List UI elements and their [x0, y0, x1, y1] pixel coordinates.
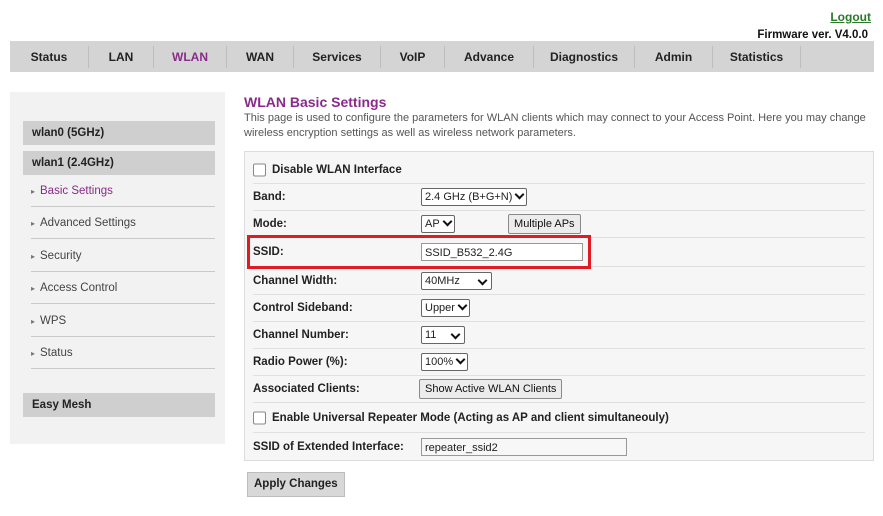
radio-power-label: Radio Power (%):	[253, 355, 348, 368]
associated-clients-label: Associated Clients:	[253, 382, 360, 395]
band-row: Band: 2.4 GHz (B+G+N)	[253, 183, 865, 211]
firmware-version: Firmware ver. V4.0.0	[757, 29, 868, 41]
sidebar-item-status[interactable]: ▸ Status	[31, 337, 215, 369]
bullet-arrow-icon: ▸	[31, 219, 36, 228]
ssid-highlight-box	[247, 235, 591, 269]
channel-width-select[interactable]: 40MHz	[421, 271, 492, 290]
extended-ssid-row: SSID of Extended Interface: repeater_ssi…	[253, 433, 865, 460]
sidebar-item-label: Basic Settings	[40, 185, 113, 197]
nav-wan[interactable]: WAN	[227, 45, 294, 68]
sidebar: wlan0 (5GHz) wlan1 (2.4GHz) ▸ Basic Setti…	[10, 92, 225, 444]
sidebar-item-basic-settings[interactable]: ▸ Basic Settings	[31, 175, 215, 207]
disable-wlan-label: Disable WLAN Interface	[253, 163, 402, 176]
show-active-clients-button[interactable]: Show Active WLAN Clients	[419, 378, 563, 399]
sidebar-item-label: Security	[40, 250, 82, 262]
settings-panel: Disable WLAN Interface Band: 2.4 GHz (B+…	[244, 151, 874, 461]
repeater-checkbox[interactable]	[253, 411, 266, 424]
nav-admin[interactable]: Admin	[635, 45, 713, 68]
bullet-arrow-icon: ▸	[31, 317, 36, 326]
chevron-down-icon	[455, 354, 466, 364]
sidebar-easy-mesh[interactable]: Easy Mesh	[23, 393, 215, 417]
sidebar-wlan0[interactable]: wlan0 (5GHz)	[23, 121, 215, 145]
control-sideband-select[interactable]: Upper	[421, 298, 470, 317]
sidebar-item-label: Advanced Settings	[40, 217, 136, 229]
mode-row: Mode: AP Multiple APs	[253, 210, 865, 238]
chevron-down-icon	[442, 216, 453, 226]
apply-changes-button[interactable]: Apply Changes	[247, 472, 345, 497]
sidebar-item-label: Status	[40, 347, 73, 359]
sidebar-item-label: WPS	[40, 315, 67, 327]
band-select[interactable]: 2.4 GHz (B+G+N)	[421, 187, 528, 206]
nav-statistics[interactable]: Statistics	[713, 45, 801, 68]
repeater-row: Enable Universal Repeater Mode (Acting a…	[253, 403, 865, 433]
sidebar-item-advanced-settings[interactable]: ▸ Advanced Settings	[31, 207, 215, 239]
mode-select[interactable]: AP	[421, 214, 455, 233]
radio-power-select[interactable]: 100%	[421, 352, 469, 371]
extended-ssid-input[interactable]: repeater_ssid2	[421, 437, 627, 456]
radio-power-row: Radio Power (%): 100%	[253, 348, 865, 376]
disable-wlan-row: Disable WLAN Interface	[253, 156, 865, 184]
nav-wlan[interactable]: WLAN	[154, 45, 227, 68]
mode-label: Mode:	[253, 217, 287, 230]
chevron-down-icon	[514, 189, 525, 199]
channel-width-row: Channel Width: 40MHz	[253, 267, 865, 295]
channel-number-select[interactable]: 11	[421, 325, 465, 344]
sidebar-wlan1[interactable]: wlan1 (2.4GHz)	[23, 151, 215, 175]
control-sideband-row: Control Sideband: Upper	[253, 294, 865, 322]
chevron-down-icon	[450, 329, 461, 339]
bullet-arrow-icon: ▸	[31, 284, 36, 293]
disable-wlan-checkbox[interactable]	[253, 163, 266, 176]
channel-number-row: Channel Number: 11	[253, 321, 865, 349]
sidebar-item-security[interactable]: ▸ Security	[31, 240, 215, 272]
nav-lan[interactable]: LAN	[89, 45, 154, 68]
nav-voip[interactable]: VoIP	[381, 45, 445, 68]
main-nav: Status LAN WLAN WAN Services VoIP Advanc…	[10, 41, 874, 72]
multiple-aps-button[interactable]: Multiple APs	[508, 213, 581, 234]
logout-link[interactable]: Logout	[830, 10, 871, 24]
page-description: This page is used to configure the param…	[244, 112, 866, 139]
bullet-arrow-icon: ▸	[31, 187, 36, 196]
chevron-down-icon	[457, 300, 468, 310]
channel-width-label: Channel Width:	[253, 274, 338, 287]
nav-advance[interactable]: Advance	[445, 45, 534, 68]
bullet-arrow-icon: ▸	[31, 349, 36, 358]
nav-diagnostics[interactable]: Diagnostics	[534, 45, 635, 68]
repeater-label: Enable Universal Repeater Mode (Acting a…	[253, 411, 669, 424]
nav-status[interactable]: Status	[10, 45, 89, 68]
channel-number-label: Channel Number:	[253, 328, 349, 341]
band-label: Band:	[253, 190, 286, 203]
nav-services[interactable]: Services	[294, 45, 381, 68]
sidebar-item-access-control[interactable]: ▸ Access Control	[31, 272, 215, 304]
sidebar-item-label: Access Control	[40, 282, 118, 294]
extended-ssid-label: SSID of Extended Interface:	[253, 440, 404, 453]
associated-clients-row: Associated Clients: Show Active WLAN Cli…	[253, 375, 865, 403]
chevron-down-icon	[477, 275, 488, 285]
control-sideband-label: Control Sideband:	[253, 301, 353, 314]
page-title: WLAN Basic Settings	[244, 94, 387, 110]
bullet-arrow-icon: ▸	[31, 252, 36, 261]
sidebar-item-wps[interactable]: ▸ WPS	[31, 305, 215, 337]
